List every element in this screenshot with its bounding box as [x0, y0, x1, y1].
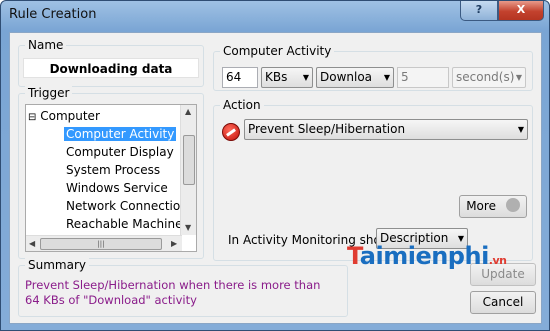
tree-item-computer-activity[interactable]: Computer Activity: [64, 125, 177, 143]
vertical-scroll-thumb[interactable]: [183, 135, 195, 185]
watermark: Taimienphi.vn: [347, 232, 537, 292]
tree-item-label: Computer Activity: [64, 127, 177, 141]
activity-amount-input[interactable]: 64: [222, 67, 258, 88]
tree-item-reachable-machines[interactable]: Reachable Machines: [66, 215, 189, 233]
help-button[interactable]: ?: [460, 1, 498, 21]
scroll-up-icon[interactable]: ▲: [185, 107, 191, 116]
trigger-label: Trigger: [25, 86, 73, 100]
trigger-group: Trigger ⊟ Computer Computer Activity Com…: [18, 86, 204, 259]
computer-activity-label: Computer Activity: [220, 44, 335, 58]
duration-unit-dropdown[interactable]: second(s): [452, 67, 526, 88]
horizontal-scroll-thumb[interactable]: |||: [40, 238, 162, 250]
tree-item-network-connections[interactable]: Network Connections: [66, 197, 194, 215]
watermark-logo: Taimienphi.vn: [347, 242, 507, 270]
scroll-right-icon[interactable]: ▶: [171, 239, 177, 248]
collapse-icon[interactable]: ⊟: [28, 112, 36, 123]
cancel-button[interactable]: Cancel: [470, 291, 536, 314]
window-title: Rule Creation: [9, 7, 97, 22]
tree-root-label: Computer: [40, 109, 100, 123]
tree-item-windows-service[interactable]: Windows Service: [66, 179, 168, 197]
summary-label: Summary: [25, 258, 89, 272]
action-dropdown[interactable]: Prevent Sleep/Hibernation: [244, 119, 528, 140]
more-button-label: More: [466, 199, 496, 213]
rule-creation-window: Rule Creation ? X Name Downloading data …: [0, 0, 550, 331]
name-label: Name: [25, 38, 67, 52]
scroll-left-icon[interactable]: ◀: [29, 239, 35, 248]
gear-icon: [505, 198, 520, 212]
computer-activity-group: Computer Activity 64 KBs Downloa 5 secon…: [213, 44, 533, 91]
duration-input[interactable]: 5: [397, 67, 449, 88]
scroll-down-icon[interactable]: ▼: [185, 223, 191, 232]
summary-group: Summary Prevent Sleep/Hibernation when t…: [18, 258, 348, 317]
tree-item-computer-display[interactable]: Computer Display: [66, 143, 174, 161]
tree-item-system-process[interactable]: System Process: [66, 161, 160, 179]
tree-vertical-scrollbar[interactable]: ▲ ▼: [180, 105, 196, 235]
name-group: Name Downloading data: [18, 38, 204, 87]
direction-dropdown[interactable]: Downloa: [316, 67, 394, 88]
unit-dropdown[interactable]: KBs: [261, 67, 313, 88]
tree-root[interactable]: ⊟ Computer: [28, 107, 100, 125]
summary-text: Prevent Sleep/Hibernation when there is …: [25, 278, 321, 307]
close-button[interactable]: X: [498, 1, 544, 21]
more-button[interactable]: More: [459, 195, 527, 218]
tree-horizontal-scrollbar[interactable]: ◀ ||| ▶: [26, 235, 182, 251]
trigger-tree[interactable]: ⊟ Computer Computer Activity Computer Di…: [25, 104, 197, 252]
stop-icon: [222, 123, 240, 141]
rule-name-field[interactable]: Downloading data: [23, 58, 199, 78]
title-bar[interactable]: Rule Creation ? X: [1, 1, 549, 31]
action-label: Action: [220, 98, 264, 112]
